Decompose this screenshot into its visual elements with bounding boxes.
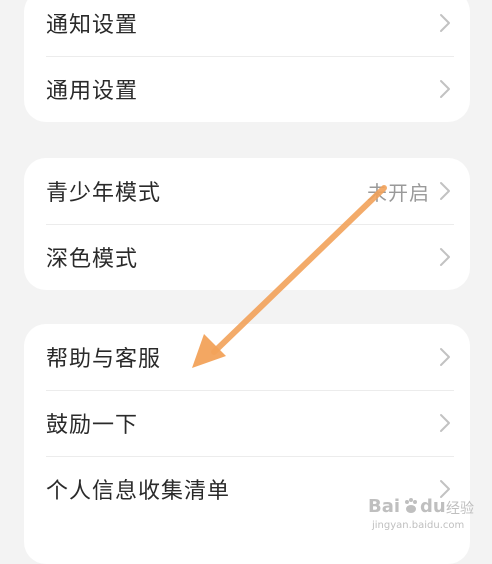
- chevron-right-icon: [440, 348, 450, 366]
- watermark-brand-suffix: du: [420, 496, 446, 517]
- watermark-brand: Bai: [368, 496, 401, 517]
- chevron-right-icon: [440, 80, 450, 98]
- watermark-url: jingyan.baidu.com: [372, 520, 465, 531]
- chevron-right-icon: [440, 14, 450, 32]
- baidu-paw-icon: [405, 498, 417, 513]
- settings-item-help-support[interactable]: 帮助与客服: [24, 324, 470, 390]
- watermark-sub: 经验: [446, 501, 474, 517]
- settings-group-display: 青少年模式 未开启 深色模式: [24, 158, 470, 290]
- chevron-right-icon: [440, 414, 450, 432]
- settings-item-label: 个人信息收集清单: [46, 479, 231, 504]
- settings-group-general: 通知设置 通用设置: [24, 0, 470, 122]
- settings-item-label: 青少年模式: [46, 181, 162, 206]
- settings-item-label: 深色模式: [46, 247, 139, 272]
- settings-item-teen-mode[interactable]: 青少年模式 未开启: [24, 158, 470, 224]
- baidu-jingyan-watermark: Bai du 经验 jingyan.baidu.com: [368, 494, 478, 538]
- chevron-right-icon: [440, 248, 450, 266]
- settings-item-notification[interactable]: 通知设置: [24, 0, 470, 56]
- teen-mode-status: 未开启: [367, 180, 430, 205]
- settings-item-encourage[interactable]: 鼓励一下: [24, 390, 470, 456]
- settings-item-general[interactable]: 通用设置: [24, 56, 470, 122]
- settings-item-label: 通知设置: [46, 13, 139, 38]
- settings-item-label: 帮助与客服: [46, 347, 162, 372]
- settings-item-label: 通用设置: [46, 79, 139, 104]
- chevron-right-icon: [440, 182, 450, 200]
- settings-item-dark-mode[interactable]: 深色模式: [24, 224, 470, 290]
- settings-item-label: 鼓励一下: [46, 413, 139, 438]
